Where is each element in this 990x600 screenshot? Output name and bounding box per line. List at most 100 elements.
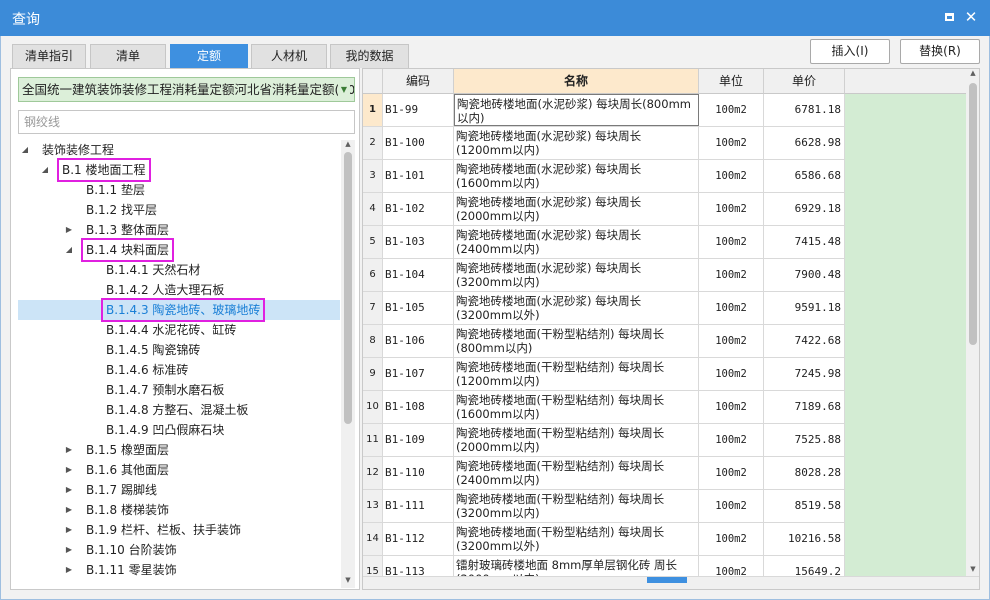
name-cell[interactable]: 陶瓷地砖楼地面(干粉型粘结剂) 每块周长(2400mm以内) <box>454 457 699 489</box>
tree-node[interactable]: ▶ B.1.5 橡塑面层 <box>18 440 340 460</box>
price-cell[interactable]: 10216.58 <box>764 523 845 555</box>
price-cell[interactable]: 9591.18 <box>764 292 845 324</box>
row-number-cell[interactable]: 14 <box>363 523 383 555</box>
row-number-cell[interactable]: 1 <box>363 94 383 126</box>
row-number-cell[interactable]: 9 <box>363 358 383 390</box>
scroll-down-arrow-icon[interactable]: ▼ <box>966 565 979 573</box>
unit-cell[interactable]: 100m2 <box>699 523 764 555</box>
name-cell[interactable]: 陶瓷地砖楼地面(水泥砂浆) 每块周长(800mm以内) <box>454 94 699 126</box>
triangle-down-icon[interactable]: ◢ <box>20 140 30 160</box>
grid-scrollbar[interactable]: ▲ ▼ <box>966 69 979 576</box>
triangle-down-icon[interactable]: ◢ <box>40 160 50 180</box>
code-cell[interactable]: B1-102 <box>383 193 454 225</box>
name-cell[interactable]: 陶瓷地砖楼地面(水泥砂浆) 每块周长(3200mm以内) <box>454 259 699 291</box>
triangle-right-icon[interactable]: ▶ <box>64 220 74 240</box>
tree-node[interactable]: B.1.2 找平层 <box>18 200 340 220</box>
tree-scrollbar[interactable]: ▲ ▼ <box>341 140 355 588</box>
tab-my-data[interactable]: 我的数据 <box>330 44 409 68</box>
code-cell[interactable]: B1-112 <box>383 523 454 555</box>
row-number-cell[interactable]: 13 <box>363 490 383 522</box>
table-row[interactable]: 4 B1-102 陶瓷地砖楼地面(水泥砂浆) 每块周长(2000mm以内) 100m2… <box>363 193 845 226</box>
tab-materials[interactable]: 人材机 <box>251 44 327 68</box>
table-row[interactable]: 2 B1-100 陶瓷地砖楼地面(水泥砂浆) 每块周长(1200mm以内) 100m2… <box>363 127 845 160</box>
tab-bill[interactable]: 清单 <box>90 44 166 68</box>
name-cell[interactable]: 陶瓷地砖楼地面(水泥砂浆) 每块周长(2400mm以内) <box>454 226 699 258</box>
unit-cell[interactable]: 100m2 <box>699 490 764 522</box>
unit-cell[interactable]: 100m2 <box>699 259 764 291</box>
search-input[interactable]: 钢绞线 <box>18 110 355 134</box>
row-number-cell[interactable]: 10 <box>363 391 383 423</box>
price-cell[interactable]: 6586.68 <box>764 160 845 192</box>
triangle-right-icon[interactable]: ▶ <box>64 560 74 580</box>
table-row[interactable]: 3 B1-101 陶瓷地砖楼地面(水泥砂浆) 每块周长(1600mm以内) 100m2… <box>363 160 845 193</box>
chevron-down-icon[interactable]: ▼ <box>338 78 350 101</box>
tree-node[interactable]: B.1.4.6 标准砖 <box>18 360 340 380</box>
code-cell[interactable]: B1-109 <box>383 424 454 456</box>
row-number-cell[interactable]: 6 <box>363 259 383 291</box>
triangle-right-icon[interactable]: ▶ <box>64 460 74 480</box>
price-cell[interactable]: 7525.88 <box>764 424 845 456</box>
code-cell[interactable]: B1-108 <box>383 391 454 423</box>
code-cell[interactable]: B1-101 <box>383 160 454 192</box>
name-cell[interactable]: 陶瓷地砖楼地面(水泥砂浆) 每块周长(1200mm以内) <box>454 127 699 159</box>
unit-cell[interactable]: 100m2 <box>699 424 764 456</box>
table-row[interactable]: 8 B1-106 陶瓷地砖楼地面(干粉型粘结剂) 每块周长(800mm以内) 100m… <box>363 325 845 358</box>
splitter-handle[interactable] <box>647 577 687 583</box>
tree-node[interactable]: ▶ B.1.10 台阶装饰 <box>18 540 340 560</box>
table-row[interactable]: 10 B1-108 陶瓷地砖楼地面(干粉型粘结剂) 每块周长(1600mm以内) 10… <box>363 391 845 424</box>
tree-node[interactable]: ▶ B.1.6 其他面层 <box>18 460 340 480</box>
table-row[interactable]: 6 B1-104 陶瓷地砖楼地面(水泥砂浆) 每块周长(3200mm以内) 100m2… <box>363 259 845 292</box>
tree-node[interactable]: ▶ B.1.8 楼梯装饰 <box>18 500 340 520</box>
tree-node[interactable]: ◢ B.1 楼地面工程 <box>18 160 340 180</box>
tree-node[interactable]: ▶ B.1.9 栏杆、栏板、扶手装饰 <box>18 520 340 540</box>
unit-cell[interactable]: 100m2 <box>699 127 764 159</box>
table-row[interactable]: 13 B1-111 陶瓷地砖楼地面(干粉型粘结剂) 每块周长(3200mm以内) 10… <box>363 490 845 523</box>
tree-node[interactable]: ▶ B.1.11 零星装饰 <box>18 560 340 580</box>
unit-header[interactable]: 单位 <box>699 69 764 94</box>
row-number-cell[interactable]: 12 <box>363 457 383 489</box>
code-cell[interactable]: B1-105 <box>383 292 454 324</box>
price-cell[interactable]: 8519.58 <box>764 490 845 522</box>
tree-node[interactable]: ◢ B.1.4 块料面层 <box>18 240 340 260</box>
tree-node[interactable]: B.1.1 垫层 <box>18 180 340 200</box>
code-header[interactable]: 编码 <box>383 69 454 94</box>
triangle-right-icon[interactable]: ▶ <box>64 520 74 540</box>
code-cell[interactable]: B1-104 <box>383 259 454 291</box>
row-number-cell[interactable]: 11 <box>363 424 383 456</box>
code-cell[interactable]: B1-100 <box>383 127 454 159</box>
row-number-cell[interactable]: 7 <box>363 292 383 324</box>
name-header[interactable]: 名称 <box>454 69 699 94</box>
table-row[interactable]: 14 B1-112 陶瓷地砖楼地面(干粉型粘结剂) 每块周长(3200mm以外) 10… <box>363 523 845 556</box>
name-cell[interactable]: 陶瓷地砖楼地面(干粉型粘结剂) 每块周长(1600mm以内) <box>454 391 699 423</box>
scroll-up-arrow-icon[interactable]: ▲ <box>341 140 355 148</box>
price-cell[interactable]: 6628.98 <box>764 127 845 159</box>
unit-cell[interactable]: 100m2 <box>699 391 764 423</box>
triangle-down-icon[interactable]: ◢ <box>64 240 74 260</box>
maximize-icon[interactable] <box>940 8 958 26</box>
name-cell[interactable]: 陶瓷地砖楼地面(干粉型粘结剂) 每块周长(3200mm以内) <box>454 490 699 522</box>
table-row[interactable]: 11 B1-109 陶瓷地砖楼地面(干粉型粘结剂) 每块周长(2000mm以内) 10… <box>363 424 845 457</box>
price-cell[interactable]: 7422.68 <box>764 325 845 357</box>
code-cell[interactable]: B1-110 <box>383 457 454 489</box>
tree-node[interactable]: B.1.4.1 天然石材 <box>18 260 340 280</box>
replace-button[interactable]: 替换(R) <box>900 39 980 64</box>
table-row[interactable]: 9 B1-107 陶瓷地砖楼地面(干粉型粘结剂) 每块周长(1200mm以内) 100… <box>363 358 845 391</box>
price-cell[interactable]: 6929.18 <box>764 193 845 225</box>
tree-node[interactable]: B.1.4.5 陶瓷锦砖 <box>18 340 340 360</box>
unit-cell[interactable]: 100m2 <box>699 94 764 126</box>
price-cell[interactable]: 7415.48 <box>764 226 845 258</box>
row-number-cell[interactable]: 5 <box>363 226 383 258</box>
unit-cell[interactable]: 100m2 <box>699 358 764 390</box>
table-row[interactable]: 1 B1-99 陶瓷地砖楼地面(水泥砂浆) 每块周长(800mm以内) 100m2 67… <box>363 94 845 127</box>
price-cell[interactable]: 6781.18 <box>764 94 845 126</box>
name-cell[interactable]: 陶瓷地砖楼地面(干粉型粘结剂) 每块周长(1200mm以内) <box>454 358 699 390</box>
row-number-cell[interactable]: 4 <box>363 193 383 225</box>
tree-scroll-thumb[interactable] <box>344 152 352 424</box>
tree-node[interactable]: ◢ 装饰装修工程 <box>18 140 340 160</box>
unit-cell[interactable]: 100m2 <box>699 193 764 225</box>
row-number-cell[interactable]: 8 <box>363 325 383 357</box>
grid-scroll-thumb[interactable] <box>969 83 977 345</box>
tree-node[interactable]: B.1.4.7 预制水磨石板 <box>18 380 340 400</box>
unit-cell[interactable]: 100m2 <box>699 292 764 324</box>
triangle-right-icon[interactable]: ▶ <box>64 540 74 560</box>
